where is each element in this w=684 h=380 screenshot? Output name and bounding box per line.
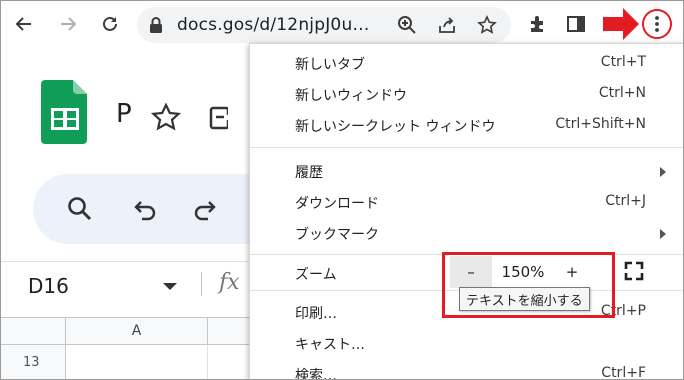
chevron-down-icon[interactable] — [163, 283, 177, 290]
menu-item-label: ズーム — [295, 267, 337, 283]
submenu-arrow-icon — [660, 167, 666, 177]
share-icon[interactable] — [435, 13, 459, 37]
url-text[interactable]: docs.gos/d/12njpJ0u… — [177, 15, 370, 35]
menu-item-label: 検索… — [295, 368, 337, 380]
extensions-icon[interactable] — [525, 11, 551, 37]
menu-item-new-incognito[interactable]: 新しいシークレット ウィンドウ Ctrl+Shift+N — [250, 110, 683, 141]
menu-item-label: 履歴 — [295, 165, 323, 181]
document-title[interactable]: P — [116, 99, 132, 129]
menu-item-shortcut: Ctrl+T — [600, 54, 646, 70]
menu-item-shortcut: Ctrl+J — [605, 193, 646, 209]
submenu-arrow-icon — [660, 229, 666, 239]
menu-item-label: キャスト… — [295, 337, 365, 353]
highlight-box — [442, 252, 615, 318]
menu-item-label: 印刷… — [295, 306, 337, 322]
redo-icon[interactable] — [191, 196, 217, 226]
cell-a13[interactable] — [66, 345, 208, 379]
divider — [201, 272, 202, 296]
undo-icon[interactable] — [133, 196, 159, 226]
menu-separator — [250, 147, 683, 148]
search-icon[interactable] — [67, 196, 93, 226]
screenshot-frame: docs.gos/d/12njpJ0u… P D16 fx A 13 新しいタブ… — [0, 0, 684, 380]
menu-item-label: 新しいシークレット ウィンドウ — [295, 119, 496, 135]
menu-item-label: ブックマーク — [295, 227, 379, 243]
reload-icon[interactable] — [97, 11, 123, 37]
menu-item-find[interactable]: 検索… Ctrl+F — [250, 359, 683, 380]
chrome-menu: 新しいタブ Ctrl+T 新しいウィンドウ Ctrl+N 新しいシークレット ウ… — [249, 43, 683, 380]
select-all-corner[interactable] — [1, 317, 66, 345]
address-bar[interactable]: docs.gos/d/12njpJ0u… — [137, 7, 511, 43]
menu-item-label: 新しいウィンドウ — [295, 88, 407, 104]
column-header-a[interactable]: A — [66, 317, 208, 345]
menu-item-new-tab[interactable]: 新しいタブ Ctrl+T — [250, 48, 683, 79]
menu-item-shortcut: Ctrl+Shift+N — [555, 116, 646, 132]
row-header-13[interactable]: 13 — [1, 345, 66, 379]
back-icon[interactable] — [11, 11, 37, 37]
browser-toolbar: docs.gos/d/12njpJ0u… — [1, 1, 683, 47]
menu-item-cast[interactable]: キャスト… — [250, 328, 683, 359]
menu-item-shortcut: Ctrl+N — [598, 85, 646, 101]
menu-item-downloads[interactable]: ダウンロード Ctrl+J — [250, 187, 683, 218]
menu-item-bookmarks[interactable]: ブックマーク — [250, 218, 683, 249]
fx-label: fx — [219, 270, 240, 295]
bookmark-star-icon[interactable] — [475, 13, 499, 37]
side-panel-icon[interactable] — [563, 11, 589, 37]
fullscreen-icon[interactable] — [623, 260, 645, 286]
highlight-circle — [642, 9, 672, 39]
menu-item-history[interactable]: 履歴 — [250, 156, 683, 187]
menu-item-label: ダウンロード — [295, 196, 379, 212]
menu-item-shortcut: Ctrl+F — [601, 365, 646, 380]
arrow-icon — [601, 7, 641, 45]
menu-item-label: 新しいタブ — [295, 57, 365, 73]
star-icon[interactable] — [150, 102, 182, 135]
cell-reference-box[interactable]: D16 — [28, 274, 69, 298]
lock-icon[interactable] — [149, 16, 163, 38]
zoom-icon[interactable] — [395, 13, 419, 37]
menu-item-new-window[interactable]: 新しいウィンドウ Ctrl+N — [250, 79, 683, 110]
sheets-logo-icon[interactable] — [41, 80, 89, 144]
forward-icon[interactable] — [55, 11, 81, 37]
move-folder-icon[interactable] — [208, 105, 230, 135]
